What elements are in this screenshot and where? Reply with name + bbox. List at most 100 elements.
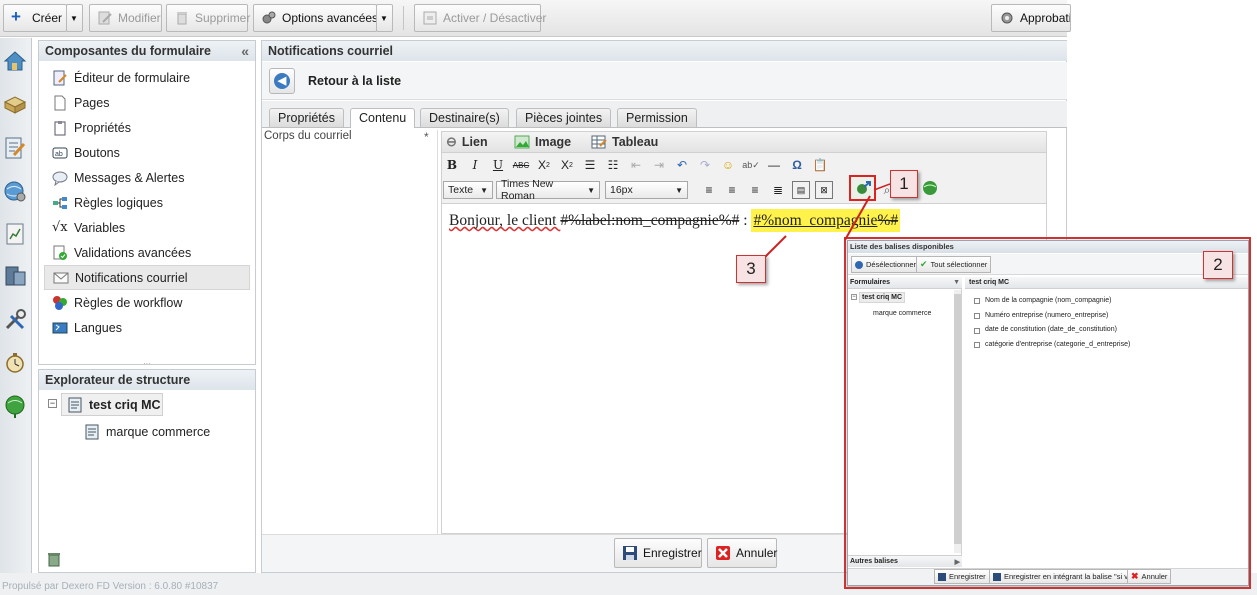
back-button[interactable]: ◀: [269, 68, 295, 94]
content-struck-tag: #%label:nom_compagnie%#: [560, 212, 740, 229]
underline-icon[interactable]: U: [489, 156, 507, 174]
globe-settings-icon[interactable]: [2, 178, 28, 204]
advanced-options-dropdown[interactable]: ▼: [376, 4, 393, 32]
bold-icon[interactable]: B: [443, 156, 461, 174]
tab-permission[interactable]: Permission: [617, 108, 697, 127]
delete-button[interactable]: Supprimer: [166, 4, 250, 32]
component-label: Pages: [74, 95, 110, 110]
globe-icon[interactable]: [922, 180, 938, 196]
component-item-email-notifications[interactable]: Notifications courriel: [44, 265, 250, 290]
save-button[interactable]: Enregistrer: [614, 538, 702, 568]
smiley-icon[interactable]: ☺: [719, 156, 737, 174]
horizontal-rule-icon[interactable]: —: [765, 156, 783, 174]
tab-content[interactable]: Contenu: [350, 108, 416, 128]
tree-child-node[interactable]: marque commerce: [84, 424, 210, 440]
component-item-pages[interactable]: Pages: [44, 90, 250, 115]
plus-icon: +: [11, 7, 21, 26]
special-char-icon[interactable]: Ω: [788, 156, 806, 174]
server-icon[interactable]: [2, 263, 28, 289]
tree-collapse-toggle[interactable]: −: [48, 399, 57, 408]
advanced-options-button[interactable]: Options avancées: [253, 4, 378, 32]
main-panel-title: Notifications courriel: [268, 44, 394, 58]
report-chart-icon[interactable]: [2, 221, 28, 247]
editor-tab-link[interactable]: ⊖ Lien: [446, 133, 488, 151]
size-select[interactable]: 16px ▼: [605, 181, 688, 199]
cancel-button[interactable]: Annuler: [707, 538, 777, 568]
indent-icon[interactable]: ⇥: [650, 156, 668, 174]
strikethrough-icon[interactable]: ABC: [512, 156, 530, 174]
validation-icon: [53, 245, 67, 260]
back-to-list-link[interactable]: Retour à la liste: [308, 74, 401, 88]
tab-properties[interactable]: Propriétés: [269, 108, 344, 127]
component-item-messages[interactable]: Messages & Alertes: [44, 165, 250, 190]
source-icon[interactable]: ▤: [792, 181, 810, 199]
content-separator: :: [739, 212, 752, 229]
home-icon[interactable]: [2, 48, 28, 74]
tab-attachments[interactable]: Pièces jointes: [516, 108, 612, 127]
component-label: Langues: [74, 320, 122, 335]
content-tag-highlight: #%nom_compagnie%#: [751, 209, 901, 232]
font-select[interactable]: Times New Roman ▼: [496, 178, 600, 202]
component-label: Notifications courriel: [75, 270, 188, 285]
redo-icon[interactable]: ↷: [696, 156, 714, 174]
superscript-icon[interactable]: X2: [558, 156, 576, 174]
subscript-icon[interactable]: X2: [535, 156, 553, 174]
explorer-panel-header: Explorateur de structure: [39, 370, 255, 390]
component-label: Éditeur de formulaire: [74, 70, 191, 85]
panel-splitter[interactable]: ···: [38, 360, 256, 368]
tree-root-node[interactable]: test criq MC: [61, 393, 163, 416]
component-label: Messages & Alertes: [74, 170, 185, 185]
format-value: Texte: [448, 184, 474, 196]
maximize-icon[interactable]: ⊠: [815, 181, 833, 199]
align-justify-icon[interactable]: ≣: [769, 181, 787, 199]
collapse-left-icon[interactable]: «: [241, 43, 249, 59]
component-item-properties[interactable]: Propriétés: [44, 115, 250, 140]
insert-tag-button[interactable]: [849, 175, 876, 201]
languages-icon: [52, 322, 68, 333]
tab-recipients[interactable]: Destinaire(s): [420, 108, 509, 127]
tree-child-label: marque commerce: [106, 425, 211, 439]
outdent-icon[interactable]: ⇤: [627, 156, 645, 174]
components-panel-header: Composantes du formulaire «: [39, 41, 255, 61]
box-icon[interactable]: [2, 91, 28, 117]
tools-icon[interactable]: [2, 307, 28, 333]
align-left-icon[interactable]: ≡: [700, 181, 718, 199]
table-icon: [591, 135, 607, 149]
stopwatch-icon[interactable]: [2, 350, 28, 376]
numbered-list-icon[interactable]: ☷: [604, 156, 622, 174]
recycle-bin-icon[interactable]: [46, 551, 62, 567]
create-button[interactable]: + Créer: [3, 4, 67, 32]
icon-sidebar: [0, 38, 32, 573]
align-center-icon[interactable]: ≡: [723, 181, 741, 199]
main-panel-header: Notifications courriel: [262, 41, 1067, 61]
chevron-down-icon: ▼: [587, 185, 595, 195]
format-select[interactable]: Texte ▼: [443, 181, 493, 199]
paste-icon[interactable]: 📋: [811, 156, 829, 174]
toggle-active-button[interactable]: Activer / Désactiver: [414, 4, 546, 32]
component-item-languages[interactable]: Langues: [44, 315, 250, 340]
cancel-label: Annuler: [736, 546, 778, 560]
component-item-workflow-rules[interactable]: Règles de workflow: [44, 290, 250, 315]
component-item-validations[interactable]: Validations avancées: [44, 240, 250, 265]
component-item-form-editor[interactable]: Éditeur de formulaire: [44, 65, 250, 90]
approval-button[interactable]: Approbatio: [991, 4, 1071, 32]
editor-tab-image[interactable]: Image: [514, 133, 571, 151]
buttons-icon: ab: [52, 147, 68, 158]
spellcheck-icon[interactable]: ab✓: [742, 156, 760, 174]
cancel-x-icon: [716, 546, 730, 560]
create-label: Créer: [32, 11, 63, 25]
content-tag-a: #%nom_compagnie: [753, 212, 878, 229]
create-dropdown-button[interactable]: ▼: [66, 4, 83, 32]
editor-tab-table[interactable]: Tableau: [591, 133, 658, 151]
undo-icon[interactable]: ↶: [673, 156, 691, 174]
modify-button[interactable]: Modifier: [89, 4, 162, 32]
italic-icon[interactable]: I: [466, 156, 484, 174]
globe-location-icon[interactable]: [2, 393, 28, 419]
component-item-logic-rules[interactable]: Règles logiques: [44, 190, 250, 215]
form-edit-icon[interactable]: [2, 135, 28, 161]
component-item-buttons[interactable]: ab Boutons: [44, 140, 250, 165]
bullet-list-icon[interactable]: ☰: [581, 156, 599, 174]
align-right-icon[interactable]: ≡: [746, 181, 764, 199]
component-item-variables[interactable]: √x Variables: [44, 215, 250, 240]
trash-icon: [177, 12, 187, 25]
